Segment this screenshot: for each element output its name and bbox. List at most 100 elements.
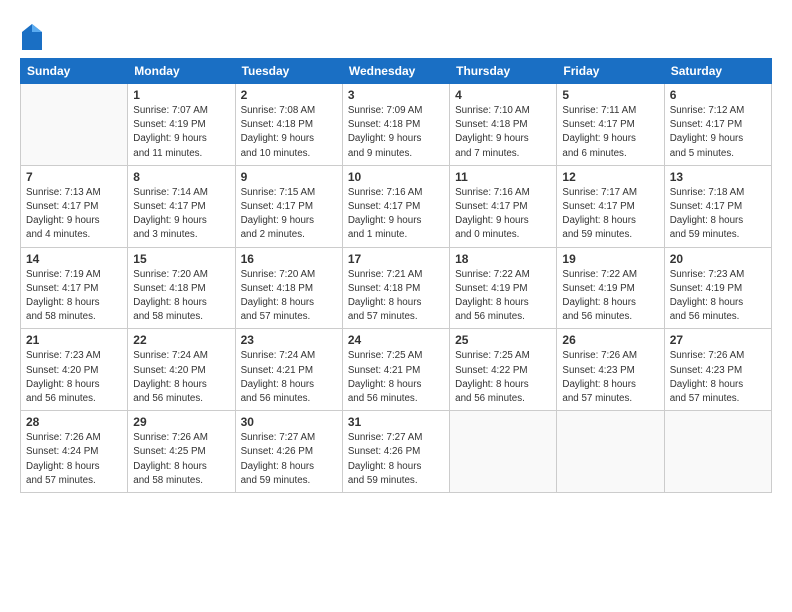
calendar-cell: 3Sunrise: 7:09 AMSunset: 4:18 PMDaylight… (342, 84, 449, 166)
calendar-cell: 9Sunrise: 7:15 AMSunset: 4:17 PMDaylight… (235, 165, 342, 247)
day-info: Sunrise: 7:20 AMSunset: 4:18 PMDaylight:… (133, 268, 229, 325)
calendar-cell: 11 Sunrise: 7:16 AMSunset: 4:17 PMDayligh… (450, 165, 557, 247)
day-info: Sunrise: 7:09 AMSunset: 4:18 PMDaylight:… (348, 104, 444, 161)
calendar-cell: 4 Sunrise: 7:10 AMSunset: 4:18 PMDaylight… (450, 84, 557, 166)
day-number: 17 (348, 252, 444, 266)
day-info: Sunrise: 7:23 AMSunset: 4:20 PMDaylight:… (26, 349, 122, 406)
day-info: Sunrise: 7:21 AMSunset: 4:18 PMDaylight:… (348, 268, 444, 325)
calendar-cell: 1 Sunrise: 7:07 AMSunset: 4:19 PMDaylight… (128, 84, 235, 166)
logo-icon (20, 22, 44, 52)
day-number: 2 (241, 88, 337, 102)
day-number: 31 (348, 415, 444, 429)
calendar-cell: 2 Sunrise: 7:08 AMSunset: 4:18 PMDaylight… (235, 84, 342, 166)
day-info: Sunrise: 7:26 AMSunset: 4:23 PMDaylight:… (562, 349, 658, 406)
day-info: Sunrise: 7:19 AMSunset: 4:17 PMDaylight:… (26, 268, 122, 325)
calendar-header-row: SundayMondayTuesdayWednesdayThursdayFrid… (21, 59, 772, 84)
calendar-cell: 18 Sunrise: 7:22 AMSunset: 4:19 PMDayligh… (450, 247, 557, 329)
day-info: Sunrise: 7:07 AMSunset: 4:19 PMDaylight:… (133, 104, 229, 161)
day-info: Sunrise: 7:22 AMSunset: 4:19 PMDaylight:… (455, 268, 551, 325)
day-info: Sunrise: 7:23 AMSunset: 4:19 PMDaylight:… (670, 268, 766, 325)
calendar-cell: 22 Sunrise: 7:24 AMSunset: 4:20 PMDayligh… (128, 329, 235, 411)
calendar-cell: 23Sunrise: 7:24 AMSunset: 4:21 PMDayligh… (235, 329, 342, 411)
day-info: Sunrise: 7:20 AMSunset: 4:18 PMDaylight:… (241, 268, 337, 325)
calendar-cell: 31 Sunrise: 7:27 AMSunset: 4:26 PMDayligh… (342, 411, 449, 493)
day-info: Sunrise: 7:12 AMSunset: 4:17 PMDaylight:… (670, 104, 766, 161)
day-of-week-monday: Monday (128, 59, 235, 84)
day-number: 16 (241, 252, 337, 266)
calendar-cell: 10 Sunrise: 7:16 AMSunset: 4:17 PMDayligh… (342, 165, 449, 247)
calendar-cell: 16 Sunrise: 7:20 AMSunset: 4:18 PMDayligh… (235, 247, 342, 329)
day-number: 30 (241, 415, 337, 429)
calendar-cell: 19 Sunrise: 7:22 AMSunset: 4:19 PMDayligh… (557, 247, 664, 329)
day-of-week-sunday: Sunday (21, 59, 128, 84)
calendar-week-3: 14 Sunrise: 7:19 AMSunset: 4:17 PMDayligh… (21, 247, 772, 329)
calendar-cell: 15 Sunrise: 7:20 AMSunset: 4:18 PMDayligh… (128, 247, 235, 329)
day-number: 7 (26, 170, 122, 184)
day-info: Sunrise: 7:26 AMSunset: 4:23 PMDaylight:… (670, 349, 766, 406)
calendar-cell: 20 Sunrise: 7:23 AMSunset: 4:19 PMDayligh… (664, 247, 771, 329)
day-info: Sunrise: 7:13 AMSunset: 4:17 PMDaylight:… (26, 186, 122, 243)
day-number: 24 (348, 333, 444, 347)
day-number: 10 (348, 170, 444, 184)
day-number: 26 (562, 333, 658, 347)
day-info: Sunrise: 7:08 AMSunset: 4:18 PMDaylight:… (241, 104, 337, 161)
calendar-cell: 26 Sunrise: 7:26 AMSunset: 4:23 PMDayligh… (557, 329, 664, 411)
day-number: 13 (670, 170, 766, 184)
day-number: 29 (133, 415, 229, 429)
calendar-cell: 21 Sunrise: 7:23 AMSunset: 4:20 PMDayligh… (21, 329, 128, 411)
day-info: Sunrise: 7:27 AMSunset: 4:26 PMDaylight:… (241, 431, 337, 488)
day-number: 9 (241, 170, 337, 184)
calendar-cell: 28 Sunrise: 7:26 AMSunset: 4:24 PMDayligh… (21, 411, 128, 493)
calendar-cell: 25 Sunrise: 7:25 AMSunset: 4:22 PMDayligh… (450, 329, 557, 411)
day-info: Sunrise: 7:26 AMSunset: 4:24 PMDaylight:… (26, 431, 122, 488)
day-number: 6 (670, 88, 766, 102)
calendar-week-1: 1 Sunrise: 7:07 AMSunset: 4:19 PMDaylight… (21, 84, 772, 166)
day-info: Sunrise: 7:25 AMSunset: 4:21 PMDaylight:… (348, 349, 444, 406)
day-of-week-saturday: Saturday (664, 59, 771, 84)
day-number: 18 (455, 252, 551, 266)
day-number: 4 (455, 88, 551, 102)
day-info: Sunrise: 7:24 AMSunset: 4:20 PMDaylight:… (133, 349, 229, 406)
day-info: Sunrise: 7:16 AMSunset: 4:17 PMDaylight:… (455, 186, 551, 243)
day-number: 12 (562, 170, 658, 184)
calendar-cell: 14 Sunrise: 7:19 AMSunset: 4:17 PMDayligh… (21, 247, 128, 329)
calendar-cell (557, 411, 664, 493)
day-number: 19 (562, 252, 658, 266)
calendar-cell (21, 84, 128, 166)
day-of-week-friday: Friday (557, 59, 664, 84)
calendar-cell: 12Sunrise: 7:17 AMSunset: 4:17 PMDayligh… (557, 165, 664, 247)
calendar-container: SundayMondayTuesdayWednesdayThursdayFrid… (0, 0, 792, 503)
day-number: 28 (26, 415, 122, 429)
day-info: Sunrise: 7:26 AMSunset: 4:25 PMDaylight:… (133, 431, 229, 488)
day-of-week-tuesday: Tuesday (235, 59, 342, 84)
day-number: 15 (133, 252, 229, 266)
calendar-cell: 13Sunrise: 7:18 AMSunset: 4:17 PMDayligh… (664, 165, 771, 247)
day-number: 1 (133, 88, 229, 102)
day-of-week-thursday: Thursday (450, 59, 557, 84)
day-info: Sunrise: 7:16 AMSunset: 4:17 PMDaylight:… (348, 186, 444, 243)
day-info: Sunrise: 7:27 AMSunset: 4:26 PMDaylight:… (348, 431, 444, 488)
header (20, 18, 772, 52)
day-info: Sunrise: 7:10 AMSunset: 4:18 PMDaylight:… (455, 104, 551, 161)
day-number: 20 (670, 252, 766, 266)
day-number: 27 (670, 333, 766, 347)
day-info: Sunrise: 7:11 AMSunset: 4:17 PMDaylight:… (562, 104, 658, 161)
calendar-cell: 6 Sunrise: 7:12 AMSunset: 4:17 PMDaylight… (664, 84, 771, 166)
day-number: 21 (26, 333, 122, 347)
calendar-week-2: 7 Sunrise: 7:13 AMSunset: 4:17 PMDaylight… (21, 165, 772, 247)
day-number: 8 (133, 170, 229, 184)
day-number: 5 (562, 88, 658, 102)
day-number: 25 (455, 333, 551, 347)
calendar-week-5: 28 Sunrise: 7:26 AMSunset: 4:24 PMDayligh… (21, 411, 772, 493)
day-info: Sunrise: 7:25 AMSunset: 4:22 PMDaylight:… (455, 349, 551, 406)
day-number: 14 (26, 252, 122, 266)
day-number: 11 (455, 170, 551, 184)
calendar-cell (450, 411, 557, 493)
calendar-cell: 24 Sunrise: 7:25 AMSunset: 4:21 PMDayligh… (342, 329, 449, 411)
day-number: 22 (133, 333, 229, 347)
day-info: Sunrise: 7:24 AMSunset: 4:21 PMDaylight:… (241, 349, 337, 406)
logo (20, 22, 48, 52)
calendar-table: SundayMondayTuesdayWednesdayThursdayFrid… (20, 58, 772, 493)
day-info: Sunrise: 7:22 AMSunset: 4:19 PMDaylight:… (562, 268, 658, 325)
calendar-cell: 30 Sunrise: 7:27 AMSunset: 4:26 PMDayligh… (235, 411, 342, 493)
